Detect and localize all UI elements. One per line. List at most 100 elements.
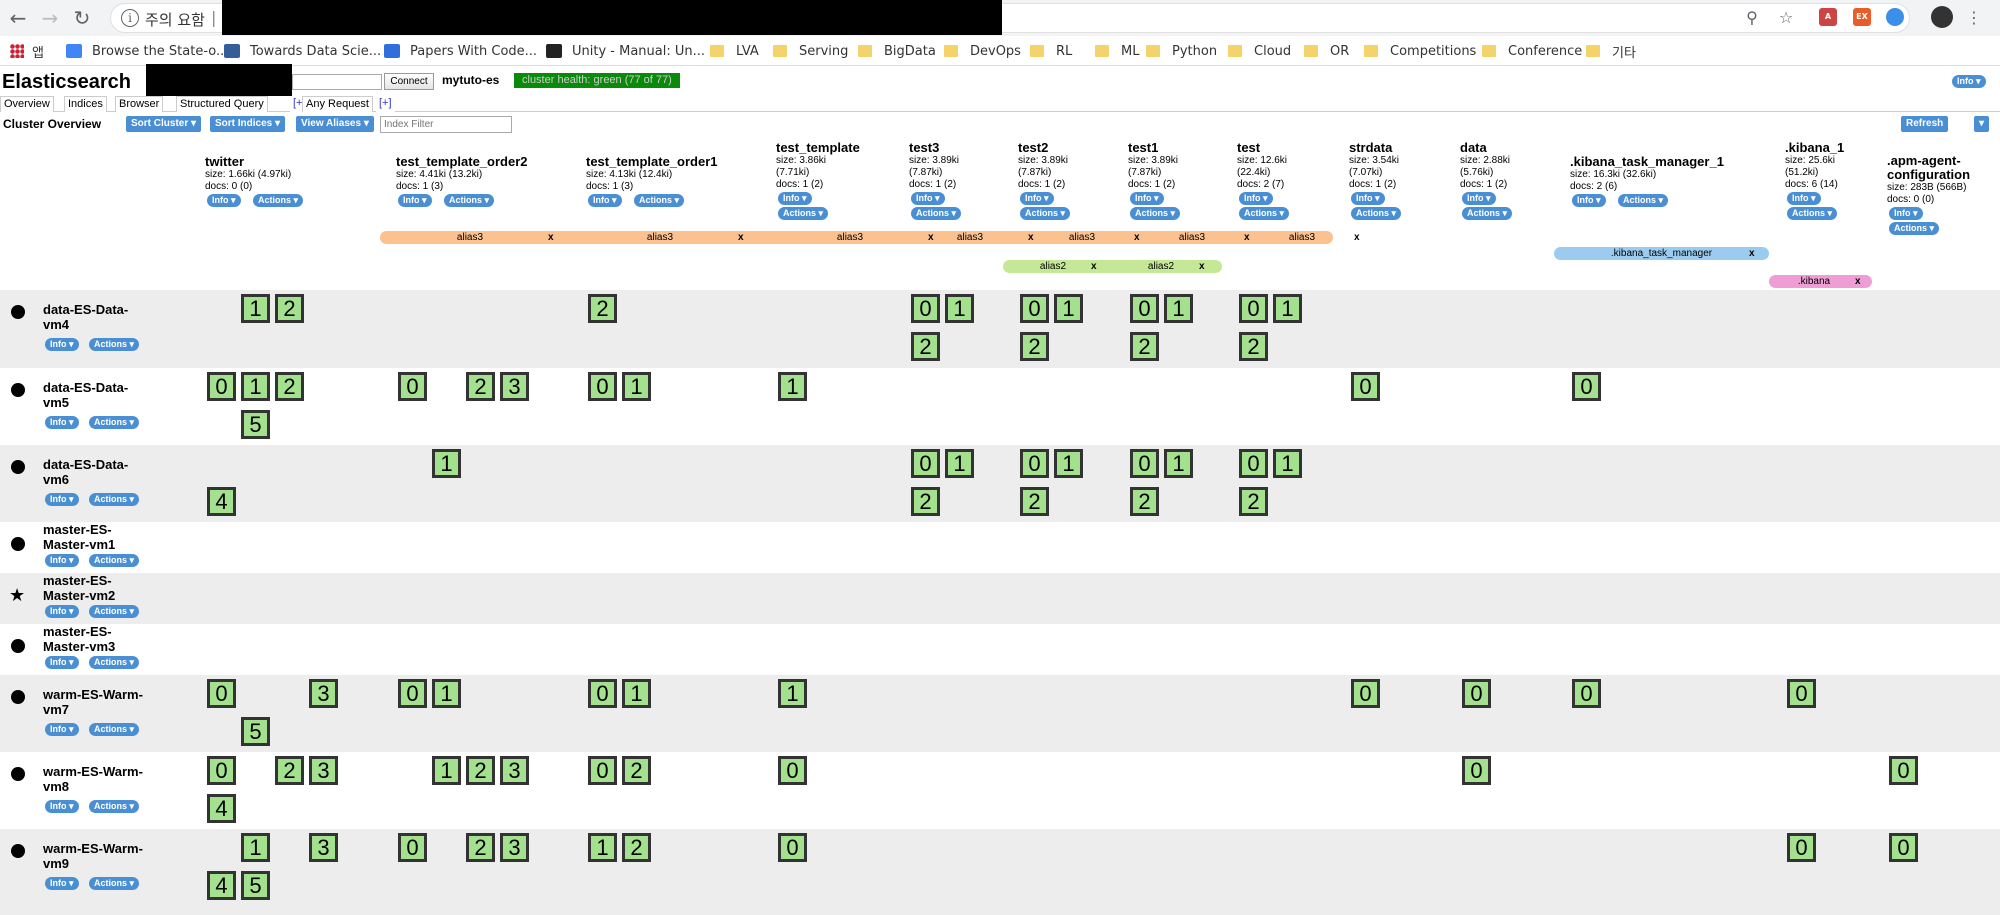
shard-box[interactable]: 0	[1572, 372, 1601, 401]
node-info-button[interactable]: Info ▾	[45, 416, 79, 429]
index-info-button[interactable]: Info ▾	[398, 194, 432, 207]
shard-box[interactable]: 2	[466, 372, 495, 401]
shard-box[interactable]: 0	[778, 833, 807, 862]
index-actions-button[interactable]: Actions ▾	[1020, 207, 1071, 220]
index-info-button[interactable]: Info ▾	[1572, 194, 1606, 207]
bookmark-item[interactable]: Papers With Code...	[384, 42, 537, 60]
bookmark-item[interactable]: Competitions	[1364, 42, 1476, 60]
shard-box[interactable]: 2	[466, 833, 495, 862]
bookmark-item[interactable]: Python	[1146, 42, 1217, 60]
bookmark-item[interactable]: ML	[1095, 42, 1139, 60]
ex-extension-icon[interactable]: EX	[1853, 8, 1871, 26]
shard-box[interactable]: 3	[500, 833, 529, 862]
shard-box[interactable]: 1	[778, 679, 807, 708]
index-actions-button[interactable]: Actions ▾	[1618, 194, 1669, 207]
bookmark-item[interactable]: Serving	[773, 42, 848, 60]
shard-box[interactable]: 2	[622, 756, 651, 785]
shard-box[interactable]: 2	[911, 332, 940, 361]
index-actions-button[interactable]: Actions ▾	[634, 194, 685, 207]
index-actions-button[interactable]: Actions ▾	[1787, 207, 1838, 220]
shard-box[interactable]: 2	[1239, 487, 1268, 516]
index-info-button[interactable]: Info ▾	[1239, 192, 1273, 205]
tab-overview[interactable]: Overview	[0, 96, 54, 112]
shard-box[interactable]: 1	[1273, 449, 1302, 478]
node-actions-button[interactable]: Actions ▾	[89, 800, 140, 813]
index-info-button[interactable]: Info ▾	[1889, 207, 1923, 220]
remove-alias-icon[interactable]: x	[1354, 231, 1360, 244]
shard-box[interactable]: 0	[588, 756, 617, 785]
shard-box[interactable]: 0	[1462, 756, 1491, 785]
shard-box[interactable]: 0	[398, 372, 427, 401]
node-actions-button[interactable]: Actions ▾	[89, 554, 140, 567]
reload-icon[interactable]: ↻	[70, 6, 94, 30]
shard-box[interactable]: 0	[398, 679, 427, 708]
shard-box[interactable]: 0	[1462, 679, 1491, 708]
node-info-button[interactable]: Info ▾	[45, 656, 79, 669]
node-info-button[interactable]: Info ▾	[45, 877, 79, 890]
node-actions-button[interactable]: Actions ▾	[89, 605, 140, 618]
tab-add[interactable]: [+]	[376, 96, 395, 112]
node-actions-button[interactable]: Actions ▾	[89, 723, 140, 736]
shard-box[interactable]: 0	[1239, 294, 1268, 323]
shard-box[interactable]: 2	[275, 294, 304, 323]
shard-box[interactable]: 4	[207, 487, 236, 516]
forward-arrow-icon[interactable]: →	[38, 6, 62, 30]
node-actions-button[interactable]: Actions ▾	[89, 656, 140, 669]
index-actions-button[interactable]: Actions ▾	[1239, 207, 1290, 220]
node-actions-button[interactable]: Actions ▾	[89, 493, 140, 506]
shard-box[interactable]: 1	[622, 372, 651, 401]
remove-alias-icon[interactable]: x	[1855, 275, 1861, 288]
bookmark-item[interactable]: Conference	[1482, 42, 1582, 60]
tab-indices[interactable]: Indices	[64, 96, 107, 112]
bookmark-item[interactable]: LVA	[710, 42, 759, 60]
bookmark-item[interactable]: Towards Data Scie...	[224, 42, 381, 60]
shard-box[interactable]: 1	[1054, 294, 1083, 323]
shard-box[interactable]: 1	[241, 372, 270, 401]
shard-box[interactable]: 2	[1020, 487, 1049, 516]
shard-box[interactable]: 3	[500, 756, 529, 785]
bookmark-item[interactable]: DevOps	[944, 42, 1021, 60]
menu-dots-icon[interactable]: ⋮	[1964, 8, 1984, 28]
shard-box[interactable]: 1	[241, 294, 270, 323]
connect-button[interactable]: Connect	[384, 73, 434, 90]
translate-extension-icon[interactable]	[1886, 8, 1904, 26]
shard-box[interactable]: 0	[207, 756, 236, 785]
index-actions-button[interactable]: Actions ▾	[1889, 222, 1940, 235]
tab-any-request[interactable]: Any Request	[302, 96, 373, 112]
shard-box[interactable]: 0	[1787, 833, 1816, 862]
star-icon[interactable]: ☆	[1776, 8, 1796, 28]
info-circle-icon[interactable]: i	[121, 9, 139, 27]
shard-box[interactable]: 0	[1239, 449, 1268, 478]
index-info-button[interactable]: Info ▾	[778, 192, 812, 205]
shard-box[interactable]: 1	[945, 449, 974, 478]
shard-box[interactable]: 1	[1164, 449, 1193, 478]
shard-box[interactable]: 1	[778, 372, 807, 401]
shard-box[interactable]: 2	[622, 833, 651, 862]
avatar[interactable]	[1931, 6, 1953, 28]
refresh-button[interactable]: Refresh	[1901, 116, 1949, 132]
node-info-button[interactable]: Info ▾	[45, 723, 79, 736]
index-info-button[interactable]: Info ▾	[1020, 192, 1054, 205]
tab-browser[interactable]: Browser	[115, 96, 164, 112]
shard-box[interactable]: 3	[309, 833, 338, 862]
index-info-button[interactable]: Info ▾	[1787, 192, 1821, 205]
bookmark-item[interactable]: BigData	[858, 42, 936, 60]
remove-alias-icon[interactable]: x	[1199, 260, 1205, 273]
shard-box[interactable]: 0	[1889, 833, 1918, 862]
bookmark-item[interactable]: Cloud	[1228, 42, 1291, 60]
shard-box[interactable]: 2	[466, 756, 495, 785]
index-info-button[interactable]: Info ▾	[1130, 192, 1164, 205]
shard-box[interactable]: 0	[911, 294, 940, 323]
shard-box[interactable]: 0	[1020, 294, 1049, 323]
node-actions-button[interactable]: Actions ▾	[89, 338, 140, 351]
remove-alias-icon[interactable]: x	[1091, 260, 1097, 273]
index-info-button[interactable]: Info ▾	[588, 194, 622, 207]
shard-box[interactable]: 5	[241, 717, 270, 746]
node-info-button[interactable]: Info ▾	[45, 605, 79, 618]
shard-box[interactable]: 0	[911, 449, 940, 478]
shard-box[interactable]: 0	[588, 372, 617, 401]
shard-box[interactable]: 1	[1054, 449, 1083, 478]
shard-box[interactable]: 0	[1130, 294, 1159, 323]
bookmark-item[interactable]: OR	[1304, 42, 1349, 60]
index-actions-button[interactable]: Actions ▾	[1462, 207, 1513, 220]
